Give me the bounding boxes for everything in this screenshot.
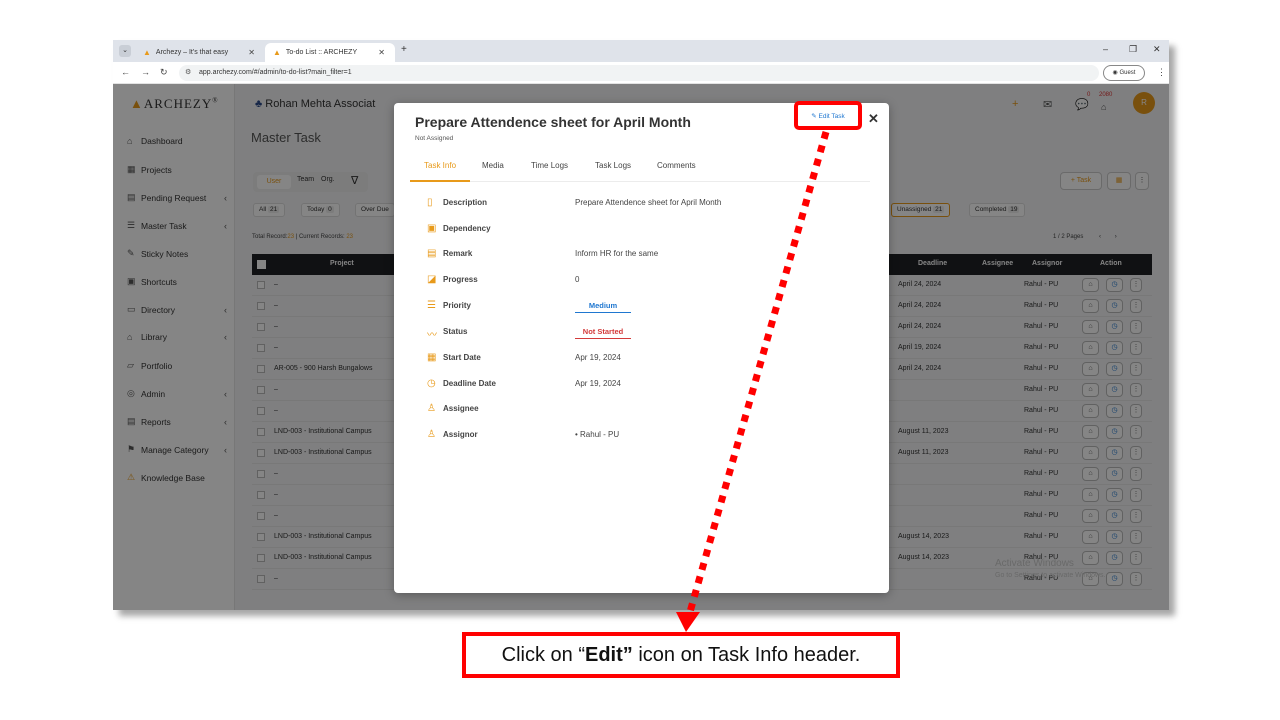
field-assignor: ♙ Assignor • Rahul - PU — [427, 428, 867, 444]
field-label: Description — [443, 198, 488, 207]
close-window-icon[interactable]: ✕ — [1153, 44, 1161, 55]
url-field[interactable]: ⚙ app.archezy.com/#/admin/to-do-list?mai… — [179, 65, 1099, 81]
field-label: Assignor — [443, 430, 478, 439]
field-progress: ◪ Progress 0 — [427, 273, 867, 289]
field-value: Inform HR for the same — [575, 249, 659, 258]
field-label: Assignee — [443, 404, 479, 413]
modal-tabs: Task Info Media Time Logs Task Logs Comm… — [410, 158, 870, 182]
modal-title: Prepare Attendence sheet for April Month — [415, 114, 691, 130]
edit-button-highlight — [794, 101, 862, 130]
archezy-logo-icon: ▲ — [273, 48, 281, 57]
field-start-date: ▦ Start Date Apr 19, 2024 — [427, 351, 867, 367]
forward-icon[interactable]: → — [141, 67, 150, 77]
field-remark: ▤ Remark Inform HR for the same — [427, 247, 867, 263]
close-tab-icon[interactable]: ✕ — [248, 48, 255, 57]
instruction-suffix: icon on Task Info header. — [632, 644, 861, 666]
field-label: Start Date — [443, 353, 481, 362]
tab-time-logs[interactable]: Time Logs — [531, 161, 568, 170]
field-value: • Rahul - PU — [575, 430, 620, 439]
instruction-bold: Edit” — [585, 644, 633, 666]
field-label: Progress — [443, 275, 478, 284]
field-value: Apr 19, 2024 — [575, 353, 621, 362]
field-label: Priority — [443, 301, 472, 310]
field-label: Status — [443, 327, 468, 336]
field-value: Prepare Attendence sheet for April Month — [575, 198, 722, 207]
site-settings-icon[interactable]: ⚙ — [185, 65, 191, 81]
tab-search-icon[interactable]: ⌄ — [119, 45, 131, 57]
description-icon: ▯ — [427, 197, 433, 208]
browser-menu-icon[interactable]: ⋮ — [1157, 67, 1166, 78]
browser-tab-bar: ⌄ ▲ Archezy – It's that easy ✕ ▲ To-do L… — [113, 40, 1169, 62]
field-status: 〰 Status Not Started — [427, 325, 867, 341]
close-tab-icon[interactable]: ✕ — [378, 48, 385, 57]
field-priority: ☰ Priority Medium — [427, 299, 867, 315]
status-badge: Not Started — [575, 325, 631, 339]
field-label: Deadline Date — [443, 379, 496, 388]
assignee-icon: ♙ — [427, 403, 436, 414]
browser-window: ⌄ ▲ Archezy – It's that easy ✕ ▲ To-do L… — [113, 40, 1169, 610]
tab-media[interactable]: Media — [482, 161, 504, 170]
browser-tab-title: To-do List :: ARCHEZY — [285, 49, 358, 56]
field-deadline-date: ◷ Deadline Date Apr 19, 2024 — [427, 377, 867, 393]
field-description: ▯ Description Prepare Attendence sheet f… — [427, 196, 867, 212]
archezy-logo-icon: ▲ — [143, 48, 151, 57]
active-tab-indicator — [410, 180, 470, 182]
tab-comments[interactable]: Comments — [657, 161, 696, 170]
tutorial-slide: ⌄ ▲ Archezy – It's that easy ✕ ▲ To-do L… — [0, 0, 1280, 720]
profile-label: Guest — [1119, 70, 1136, 76]
dependency-icon: ▣ — [427, 223, 437, 234]
instruction-prefix: Click on “ — [501, 644, 585, 666]
profile-icon: ◉ — [1112, 70, 1118, 76]
status-icon: 〰 — [427, 330, 437, 341]
calendar-icon: ▦ — [427, 352, 437, 363]
assignor-icon: ♙ — [427, 429, 436, 440]
field-dependency: ▣ Dependency — [427, 222, 867, 238]
field-label: Dependency — [443, 224, 491, 233]
instruction-callout: Click on “Edit” icon on Task Info header… — [462, 632, 900, 678]
close-icon[interactable]: ✕ — [868, 111, 879, 127]
browser-tab-todo[interactable]: ▲ To-do List :: ARCHEZY ✕ — [265, 43, 395, 62]
tab-task-info[interactable]: Task Info — [424, 161, 456, 170]
back-icon[interactable]: ← — [121, 67, 130, 77]
priority-badge: Medium — [575, 299, 631, 313]
field-label: Remark — [443, 249, 473, 258]
field-value: Apr 19, 2024 — [575, 379, 621, 388]
task-detail-modal: Prepare Attendence sheet for April Month… — [394, 103, 889, 593]
tab-task-logs[interactable]: Task Logs — [595, 161, 631, 170]
new-tab-icon[interactable]: + — [401, 44, 407, 55]
restore-icon[interactable]: ❐ — [1129, 44, 1137, 55]
profile-button[interactable]: ◉ Guest — [1103, 65, 1145, 81]
field-assignee: ♙ Assignee — [427, 402, 867, 418]
arrow-head — [676, 612, 700, 632]
modal-subtitle: Not Assigned — [415, 135, 454, 142]
reload-icon[interactable]: ↻ — [160, 67, 168, 78]
url-text: app.archezy.com/#/admin/to-do-list?main_… — [199, 69, 352, 76]
remark-icon: ▤ — [427, 248, 437, 259]
browser-tab-title: Archezy – It's that easy — [155, 49, 229, 56]
progress-icon: ◪ — [427, 274, 437, 285]
browser-tab-archezy[interactable]: ▲ Archezy – It's that easy ✕ — [135, 43, 265, 62]
deadline-icon: ◷ — [427, 378, 436, 389]
minimize-icon[interactable]: – — [1103, 44, 1108, 54]
address-bar: ← → ↻ ⚙ app.archezy.com/#/admin/to-do-li… — [113, 62, 1169, 84]
priority-icon: ☰ — [427, 300, 436, 311]
field-value: 0 — [575, 275, 580, 284]
